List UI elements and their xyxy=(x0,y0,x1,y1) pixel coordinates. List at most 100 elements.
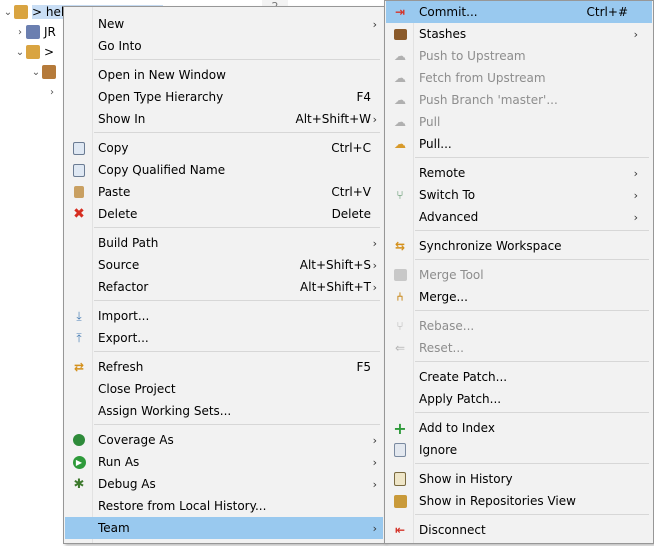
menu-item-stashes[interactable]: Stashes › xyxy=(386,23,652,45)
menu-item-apply-patch[interactable]: Apply Patch... xyxy=(386,388,652,410)
menu-item-shortcut: Ctrl+# xyxy=(586,5,628,19)
menu-item-show-in[interactable]: Show In Alt+Shift+W › xyxy=(65,108,383,130)
menu-item-shortcut: Alt+Shift+T xyxy=(300,280,371,294)
menu-item-copy-qualified-name[interactable]: Copy Qualified Name xyxy=(65,159,383,181)
collapse-arrow-icon[interactable]: ⌄ xyxy=(2,7,14,18)
collapse-arrow-icon[interactable]: ⌄ xyxy=(30,67,42,78)
refresh-icon: ⇄ xyxy=(73,360,85,374)
menu-item-label: Disconnect xyxy=(419,523,486,537)
menu-item-import[interactable]: ⤓ Import... xyxy=(65,305,383,327)
submenu-arrow-icon: › xyxy=(372,258,377,272)
menu-item-delete[interactable]: ✖ Delete Delete xyxy=(65,203,383,225)
collapse-arrow-icon[interactable]: ⌄ xyxy=(14,47,26,58)
run-icon: ▶ xyxy=(71,454,87,470)
menu-item-create-patch[interactable]: Create Patch... xyxy=(386,366,652,388)
menu-item-refactor[interactable]: Refactor Alt+Shift+T › xyxy=(65,276,383,298)
submenu-arrow-icon: › xyxy=(372,455,377,469)
menu-separator xyxy=(415,361,649,362)
menu-separator xyxy=(415,514,649,515)
menu-item-new[interactable]: New › xyxy=(65,13,383,35)
menu-item-show-in-repositories[interactable]: Show in Repositories View xyxy=(386,490,652,512)
menu-item-fetch-from-upstream[interactable]: ☁ Fetch from Upstream xyxy=(386,67,652,89)
tree-item-label: JR xyxy=(44,25,56,39)
menu-separator xyxy=(94,227,380,228)
menu-separator xyxy=(415,412,649,413)
menu-item-label: Create Patch... xyxy=(419,370,508,384)
menu-item-build-path[interactable]: Build Path › xyxy=(65,232,383,254)
menu-item-label: Run As xyxy=(98,455,140,469)
menu-item-commit[interactable]: ⇥ Commit... Ctrl+# xyxy=(386,1,652,23)
menu-item-disconnect[interactable]: ⇤ Disconnect xyxy=(386,519,652,541)
menu-item-label: Show in Repositories View xyxy=(419,494,576,508)
package-explorer: ⌄ > hello [hello master] › JR ⌄ > ⌄ › xyxy=(0,0,164,546)
menu-item-source[interactable]: Source Alt+Shift+S › xyxy=(65,254,383,276)
submenu-arrow-icon: › xyxy=(372,17,377,31)
menu-item-label: Refactor xyxy=(98,280,149,294)
submenu-arrow-icon: › xyxy=(372,236,377,250)
delete-icon: ✖ xyxy=(73,206,85,222)
menu-item-label: Go Into xyxy=(98,39,142,53)
menu-item-synchronize-workspace[interactable]: ⇆ Synchronize Workspace xyxy=(386,235,652,257)
menu-item-switch-to[interactable]: ⑂ Switch To › xyxy=(386,184,652,206)
menu-item-pull[interactable]: ☁ Pull xyxy=(386,111,652,133)
menu-item-rebase[interactable]: ⑂ Rebase... xyxy=(386,315,652,337)
menu-item-open-type-hierarchy[interactable]: Open Type Hierarchy F4 xyxy=(65,86,383,108)
team-submenu: ⇥ Commit... Ctrl+# Stashes › ☁ Push to U… xyxy=(384,0,654,544)
menu-item-push-to-upstream[interactable]: ☁ Push to Upstream xyxy=(386,45,652,67)
menu-item-merge[interactable]: ⑃ Merge... xyxy=(386,286,652,308)
menu-item-label: Push Branch 'master'... xyxy=(419,93,558,107)
menu-item-restore-local-history[interactable]: Restore from Local History... xyxy=(65,495,383,517)
menu-item-close-project[interactable]: Close Project xyxy=(65,378,383,400)
menu-item-paste[interactable]: Paste Ctrl+V xyxy=(65,181,383,203)
menu-item-ignore[interactable]: Ignore xyxy=(386,439,652,461)
menu-item-team[interactable]: Team › xyxy=(65,517,383,539)
menu-item-copy[interactable]: Copy Ctrl+C xyxy=(65,137,383,159)
tree-item-file[interactable]: › xyxy=(46,82,58,102)
stashes-icon xyxy=(392,26,408,42)
menu-item-merge-tool[interactable]: Merge Tool xyxy=(386,264,652,286)
submenu-arrow-icon: › xyxy=(372,521,377,535)
submenu-arrow-icon: › xyxy=(633,27,638,41)
menu-item-label: Push to Upstream xyxy=(419,49,526,63)
menu-item-show-in-history[interactable]: Show in History xyxy=(386,468,652,490)
menu-item-shortcut: Ctrl+V xyxy=(331,185,371,199)
menu-item-label: Show in History xyxy=(419,472,513,486)
tree-item-jre[interactable]: › JR xyxy=(14,22,56,42)
menu-item-add-to-index[interactable]: + Add to Index xyxy=(386,417,652,439)
menu-item-label: Debug As xyxy=(98,477,156,491)
menu-item-debug-as[interactable]: ✱ Debug As › xyxy=(65,473,383,495)
menu-item-shortcut: F5 xyxy=(356,360,371,374)
menu-item-reset[interactable]: ⇐ Reset... xyxy=(386,337,652,359)
menu-item-label: Commit... xyxy=(419,5,478,19)
menu-item-shortcut: Alt+Shift+W xyxy=(295,112,372,126)
menu-item-push-branch[interactable]: ☁ Push Branch 'master'... xyxy=(386,89,652,111)
submenu-arrow-icon: › xyxy=(633,210,638,224)
tree-item-package[interactable]: ⌄ xyxy=(30,62,60,82)
tree-item-src[interactable]: ⌄ > xyxy=(14,42,54,62)
menu-item-label: Build Path xyxy=(98,236,159,250)
menu-item-label: Advanced xyxy=(419,210,479,224)
submenu-arrow-icon: › xyxy=(372,112,377,126)
expand-arrow-icon[interactable]: › xyxy=(46,87,58,98)
menu-item-assign-working-sets[interactable]: Assign Working Sets... xyxy=(65,400,383,422)
menu-item-remote[interactable]: Remote › xyxy=(386,162,652,184)
menu-item-label: Close Project xyxy=(98,382,176,396)
menu-item-coverage-as[interactable]: Coverage As › xyxy=(65,429,383,451)
submenu-arrow-icon: › xyxy=(633,188,638,202)
menu-item-label: Delete xyxy=(98,207,138,221)
menu-item-label: Paste xyxy=(98,185,131,199)
menu-item-go-into[interactable]: Go Into xyxy=(65,35,383,57)
history-icon xyxy=(392,471,408,487)
copy-qualified-icon xyxy=(71,162,87,178)
expand-arrow-icon[interactable]: › xyxy=(14,27,26,38)
menu-item-open-new-window[interactable]: Open in New Window xyxy=(65,64,383,86)
menu-item-label: Copy xyxy=(98,141,129,155)
menu-item-pull-dialog[interactable]: ☁ Pull... xyxy=(386,133,652,155)
merge-icon: ⑃ xyxy=(396,290,404,304)
menu-item-run-as[interactable]: ▶ Run As › xyxy=(65,451,383,473)
menu-item-advanced[interactable]: Advanced › xyxy=(386,206,652,228)
synchronize-icon: ⇆ xyxy=(394,239,406,253)
menu-item-refresh[interactable]: ⇄ Refresh F5 xyxy=(65,356,383,378)
menu-item-export[interactable]: ⤒ Export... xyxy=(65,327,383,349)
menu-item-label: Switch To xyxy=(419,188,476,202)
